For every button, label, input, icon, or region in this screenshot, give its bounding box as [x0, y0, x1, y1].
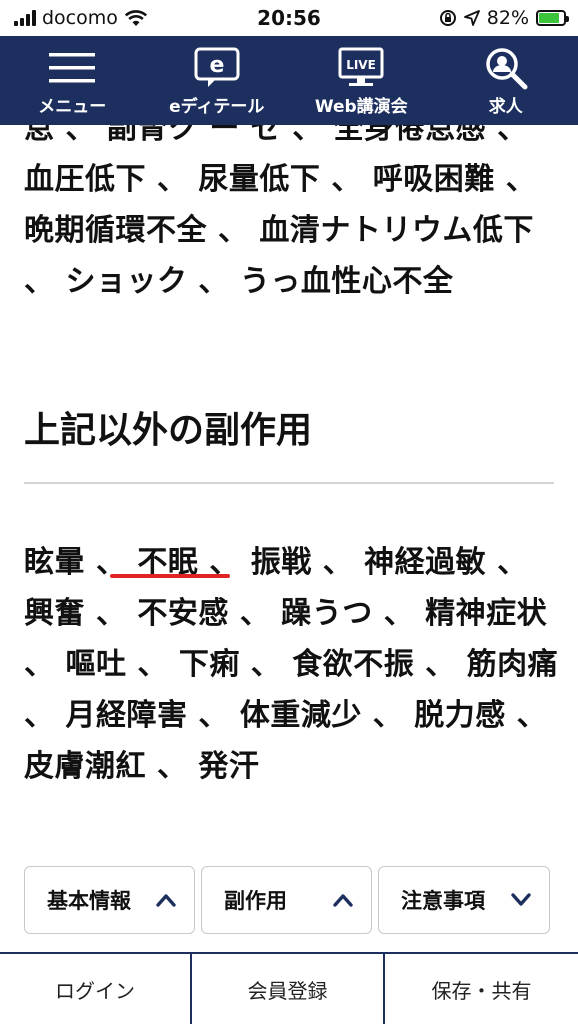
save-share-button[interactable]: 保存・共有: [385, 954, 578, 1024]
red-underline-annotation: [110, 574, 230, 578]
tab-precautions-label: 注意事項: [401, 889, 485, 913]
tab-basic-info[interactable]: 基本情報: [24, 866, 195, 934]
top-nav: メニュー e eディテール LIVE Web講演会 求人: [0, 36, 578, 125]
hamburger-menu-icon: [49, 44, 96, 92]
nav-e-detail-label: eディテール: [169, 97, 265, 117]
login-button[interactable]: ログイン: [0, 954, 192, 1024]
side-effects-after: 振戦 、 神経過敏 、 興奮 、 不安感 、 躁うつ 、 精神症状 、 嘔吐 、…: [24, 545, 559, 784]
orientation-lock-icon: [439, 10, 456, 26]
tab-precautions[interactable]: 注意事項: [378, 866, 550, 934]
section-divider: [24, 482, 554, 484]
nav-web-lecture-label: Web講演会: [314, 97, 408, 117]
svg-text:e: e: [209, 53, 224, 78]
nav-menu-label: メニュー: [38, 97, 107, 117]
register-button[interactable]: 会員登録: [192, 954, 385, 1024]
location-arrow-icon: [463, 10, 480, 26]
e-detail-chat-icon: e: [194, 44, 240, 92]
section-tabs: 基本情報 副作用 注意事項: [24, 866, 550, 934]
chevron-up-icon: [156, 894, 176, 907]
live-icon-text: LIVE: [346, 58, 376, 72]
other-side-effects-text: 眩暈 、 不眠 、 振戦 、 神経過敏 、 興奮 、 不安感 、 躁うつ 、 精…: [24, 537, 564, 792]
nav-jobs-label: 求人: [488, 97, 523, 117]
search-icon: [484, 44, 528, 92]
battery-percent: 82%: [486, 7, 529, 29]
battery-icon: [536, 10, 569, 26]
tab-side-effects-label: 副作用: [224, 889, 287, 913]
chevron-down-icon: [511, 893, 531, 906]
status-bar: docomo 20:56 82%: [0, 0, 578, 36]
status-right: 82%: [439, 7, 569, 29]
live-monitor-icon: LIVE: [338, 44, 384, 92]
serious-side-effects-text: 怠 、 副腎ク ー ゼ 、 全身倦怠感 、 血圧低下 、 尿量低下 、 呼吸困難…: [24, 125, 537, 299]
tab-basic-info-label: 基本情報: [47, 889, 131, 913]
nav-menu[interactable]: メニュー: [0, 36, 145, 125]
nav-jobs[interactable]: 求人: [434, 36, 578, 125]
section-heading: 上記以外の副作用: [24, 410, 313, 451]
article-content: 怠 、 副腎ク ー ゼ 、 全身倦怠感 、 血圧低下 、 尿量低下 、 呼吸困難…: [0, 125, 578, 951]
nav-web-lecture[interactable]: LIVE Web講演会: [289, 36, 434, 125]
tab-side-effects[interactable]: 副作用: [201, 866, 372, 934]
nav-e-detail[interactable]: e eディテール: [145, 36, 290, 125]
chevron-up-icon: [333, 894, 353, 907]
footer-bar: ログイン 会員登録 保存・共有: [0, 952, 578, 1024]
